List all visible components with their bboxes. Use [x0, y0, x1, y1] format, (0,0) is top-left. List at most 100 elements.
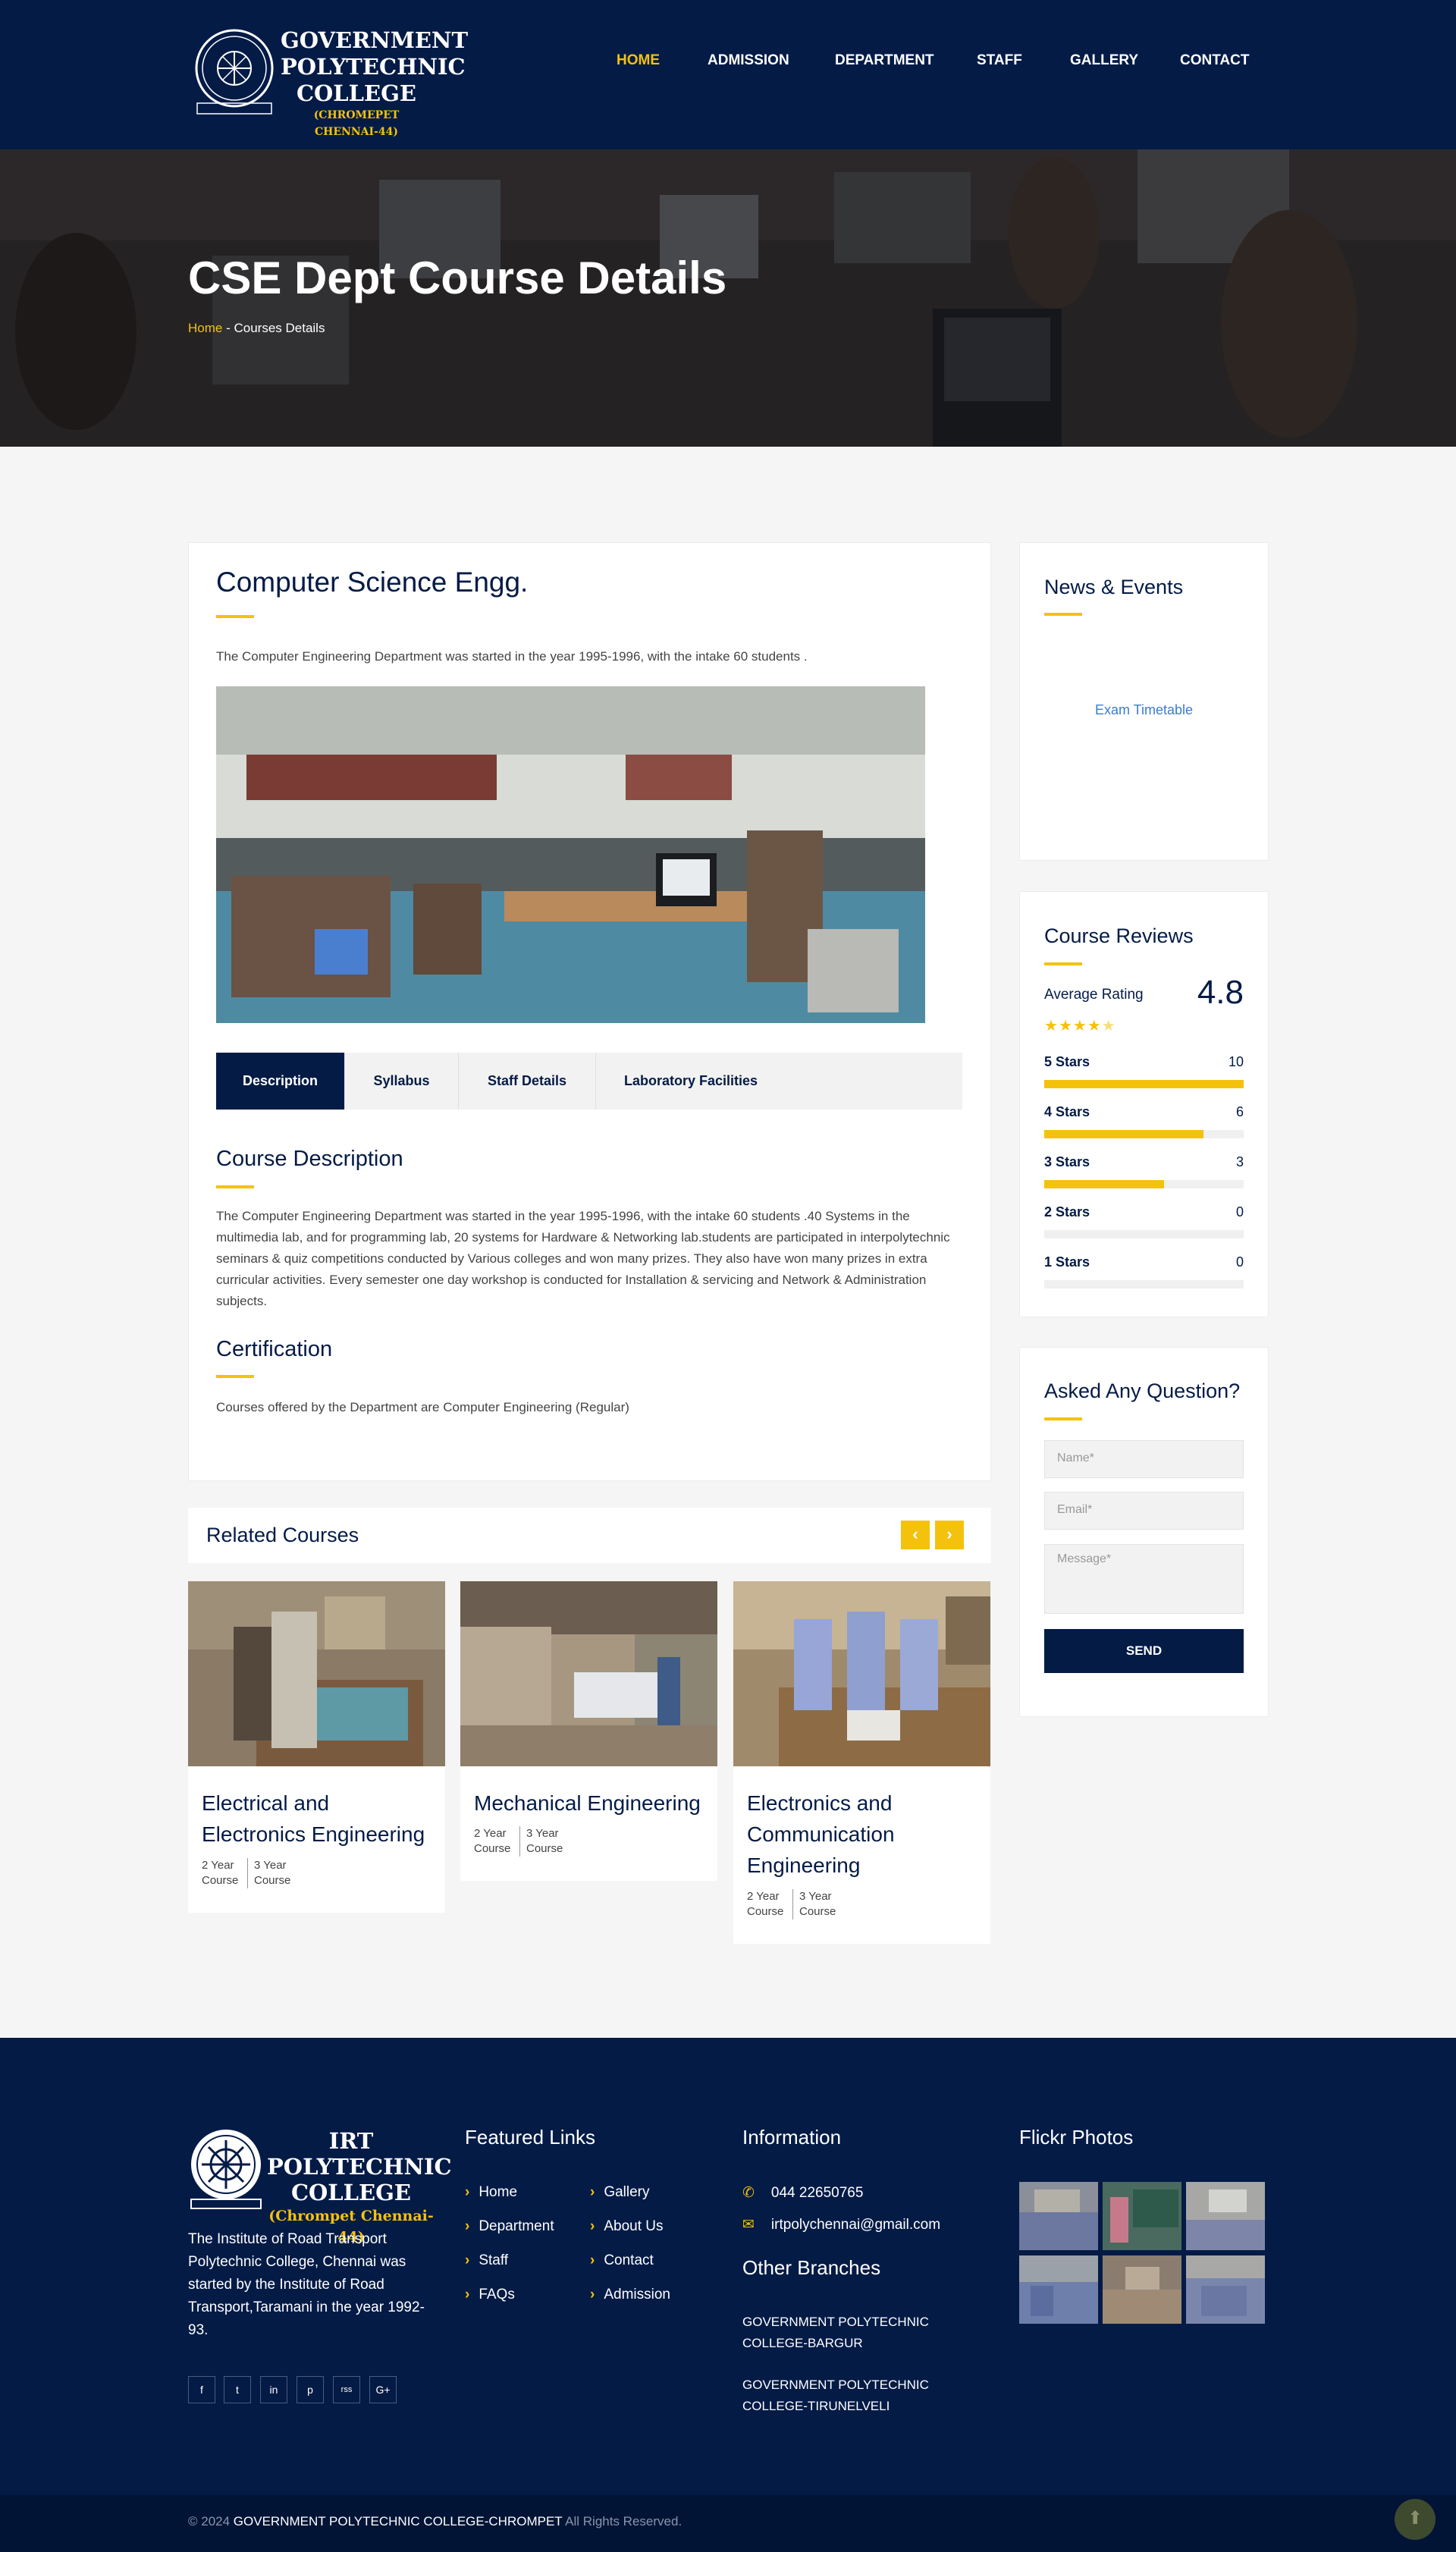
footer-link-staff[interactable]: › Staff [465, 2252, 508, 2269]
footer-phone[interactable]: ✆ 044 22650765 [742, 2184, 863, 2202]
footer-link-label: Contact [604, 2252, 654, 2268]
course-card-image [460, 1581, 717, 1766]
course-card-title[interactable]: Electrical and Electronics Engineering [202, 1788, 437, 1850]
google-plus-icon[interactable]: G+ [369, 2376, 397, 2403]
breadcrumb-home[interactable]: Home [188, 321, 222, 335]
branch-tirunelveli[interactable]: GOVERNMENT POLYTECHNIC COLLEGE-TIRUNELVE… [742, 2375, 947, 2417]
twitter-icon[interactable]: t [224, 2376, 251, 2403]
chevron-right-icon: › [465, 2287, 470, 2302]
related-course-card[interactable]: Electrical and Electronics Engineering 2… [188, 1581, 445, 1913]
tab-syllabus[interactable]: Syllabus [345, 1053, 459, 1110]
college-logo[interactable]: GOVERNMENT POLYTECHNIC COLLEGE (CHROMEPE… [188, 23, 468, 138]
linkedin-icon[interactable]: in [260, 2376, 287, 2403]
flickr-photo[interactable] [1103, 2182, 1181, 2250]
course-card-title[interactable]: Electronics and Communication Engineerin… [747, 1788, 982, 1881]
heading-underline [1044, 1417, 1082, 1420]
tab-laboratory-facilities[interactable]: Laboratory Facilities [596, 1053, 786, 1110]
facebook-icon[interactable]: f [188, 2376, 215, 2403]
footer-link-label: FAQs [479, 2287, 515, 2302]
name-field[interactable]: Name* [1044, 1440, 1244, 1478]
course-duration-2yr: 2 Year Course [747, 1890, 784, 1918]
chevron-right-icon: › [465, 2252, 470, 2268]
footer-link-label: About Us [604, 2218, 664, 2234]
star-rating: ★★★★★ [1044, 1016, 1116, 1035]
featured-links-heading: Featured Links [465, 2126, 595, 2149]
related-course-card[interactable]: Mechanical Engineering 2 Year Course 3 Ye… [460, 1581, 717, 1881]
footer-logo-line-1: IRT POLYTECHNIC [267, 2128, 452, 2180]
course-reviews-heading: Course Reviews [1044, 924, 1194, 947]
flickr-photo[interactable] [1103, 2255, 1181, 2324]
footer-logo-line-2: COLLEGE [290, 2180, 412, 2205]
flickr-heading: Flickr Photos [1019, 2126, 1134, 2149]
chevron-right-icon: › [590, 2218, 595, 2234]
footer-link-home[interactable]: › Home [465, 2184, 517, 2201]
email-field[interactable]: Email* [1044, 1492, 1244, 1530]
nav-admission[interactable]: ADMISSION [708, 49, 789, 72]
carousel-prev-button[interactable]: ‹ [901, 1521, 930, 1549]
course-tabs: Description Syllabus Staff Details Labor… [216, 1053, 962, 1110]
heading-underline [216, 1185, 254, 1188]
logo-line-4: (CHROMEPET CHENNAI-44) [313, 109, 400, 138]
course-description-text: The Computer Engineering Department was … [216, 1209, 950, 1308]
average-rating-value: 4.8 [1197, 974, 1244, 1011]
average-rating-label: Average Rating [1044, 987, 1144, 1003]
review-bar-track [1044, 1080, 1244, 1088]
footer-link-label: Department [479, 2218, 554, 2234]
footer-link-admission[interactable]: › Admission [590, 2287, 670, 2303]
chevron-right-icon: › [590, 2184, 595, 2200]
chevron-right-icon: › [590, 2287, 595, 2302]
carousel-next-button[interactable]: › [935, 1521, 964, 1549]
information-heading: Information [742, 2126, 842, 2149]
tab-staff-details[interactable]: Staff Details [459, 1053, 596, 1110]
nav-staff[interactable]: STAFF [977, 49, 1022, 72]
copyright-suffix: All Rights Reserved. [562, 2514, 682, 2528]
star-icon: ★ [1058, 1018, 1073, 1034]
footer-link-faqs[interactable]: › FAQs [465, 2287, 515, 2303]
tab-description[interactable]: Description [216, 1053, 345, 1110]
related-course-card[interactable]: Electronics and Communication Engineerin… [733, 1581, 990, 1944]
nav-gallery[interactable]: GALLERY [1070, 49, 1138, 72]
pinterest-icon[interactable]: p [297, 2376, 324, 2403]
course-card-title[interactable]: Mechanical Engineering [474, 1788, 709, 1819]
certification-heading: Certification [216, 1337, 333, 1361]
star-icon: ★ [1072, 1018, 1087, 1034]
course-card-image [733, 1581, 990, 1766]
copyright-college-name[interactable]: GOVERNMENT POLYTECHNIC COLLEGE-CHROMPET [234, 2514, 563, 2528]
heading-underline [1044, 613, 1082, 616]
flickr-photo[interactable] [1019, 2255, 1098, 2324]
review-label: 2 Stars [1044, 1204, 1090, 1219]
review-bar-track [1044, 1280, 1244, 1289]
course-intro: The Computer Engineering Department was … [216, 649, 808, 664]
course-duration-3yr: 3 Year Course [247, 1858, 293, 1888]
footer-email[interactable]: ✉ irtpolychennai@gmail.com [742, 2216, 940, 2233]
other-branches-heading: Other Branches [742, 2256, 881, 2279]
flickr-photo[interactable] [1186, 2182, 1265, 2250]
main-nav: HOME ADMISSION DEPARTMENT STAFF GALLERY … [0, 49, 1456, 72]
footer-link-department[interactable]: › Department [465, 2218, 554, 2235]
branch-bargur[interactable]: GOVERNMENT POLYTECHNIC COLLEGE-BARGUR [742, 2312, 947, 2354]
footer-link-about-us[interactable]: › About Us [590, 2218, 663, 2235]
review-bar-fill [1044, 1180, 1164, 1188]
flickr-photo[interactable] [1186, 2255, 1265, 2324]
review-label: 3 Stars [1044, 1154, 1090, 1169]
nav-department[interactable]: DEPARTMENT [835, 49, 934, 72]
message-field[interactable]: Message* [1044, 1544, 1244, 1614]
logo-line-3: COLLEGE [296, 80, 417, 106]
footer-link-label: Staff [479, 2252, 509, 2268]
news-item-link[interactable]: Exam Timetable [1044, 702, 1244, 718]
rss-icon[interactable]: rss [333, 2376, 360, 2403]
nav-contact[interactable]: CONTACT [1180, 49, 1249, 72]
flickr-photo[interactable] [1019, 2182, 1098, 2250]
review-count: 3 [1235, 1154, 1244, 1169]
related-courses-heading: Related Courses [206, 1524, 359, 1546]
copyright-bar: © 2024 GOVERNMENT POLYTECHNIC COLLEGE-CH… [0, 2495, 1456, 2552]
course-card-duration: 2 Year Course 3 Year Course [474, 1826, 565, 1857]
nav-home[interactable]: HOME [617, 49, 660, 72]
course-duration-3yr: 3 Year Course [519, 1826, 565, 1857]
footer-link-gallery[interactable]: › Gallery [590, 2184, 650, 2201]
scroll-to-top-icon[interactable]: ⬆ [1395, 2499, 1436, 2540]
footer-link-contact[interactable]: › Contact [590, 2252, 654, 2269]
phone-icon: ✆ [742, 2185, 755, 2201]
send-button[interactable]: SEND [1044, 1629, 1244, 1673]
breadcrumb: Home - Courses Details [188, 319, 325, 338]
